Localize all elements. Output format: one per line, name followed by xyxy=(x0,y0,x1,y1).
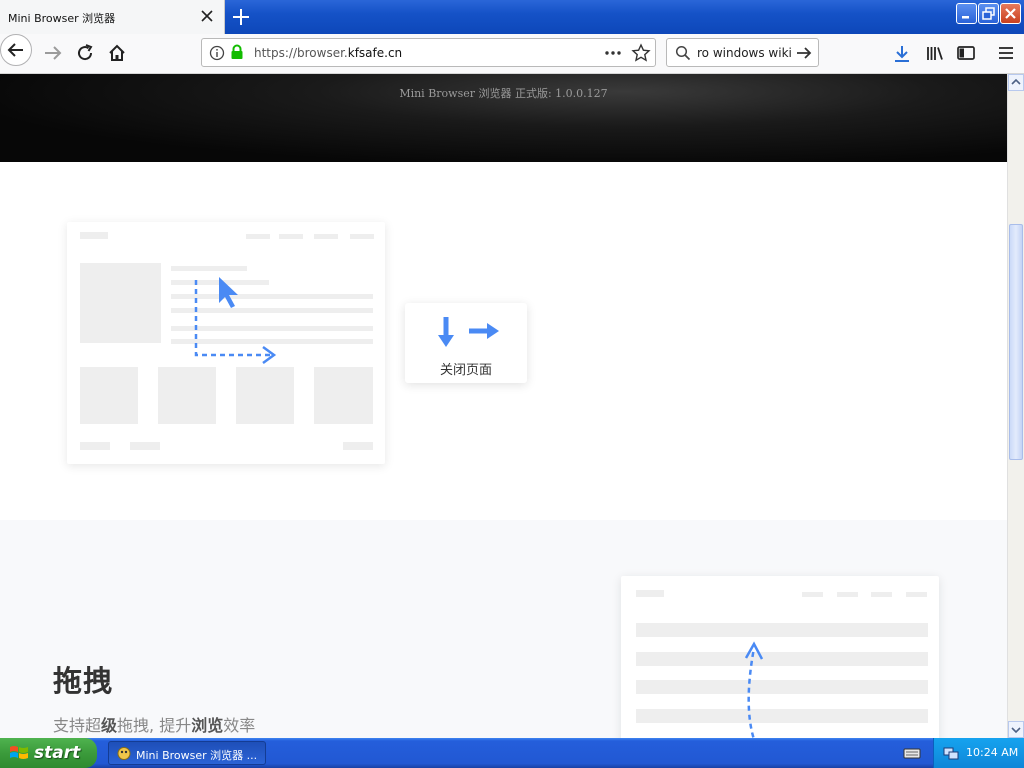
scroll-down-button[interactable] xyxy=(1008,721,1024,738)
search-input[interactable]: ro windows wiki xyxy=(666,38,819,67)
vertical-scrollbar[interactable] xyxy=(1007,74,1024,738)
menu-icon[interactable] xyxy=(991,38,1021,68)
drag-path-arrow-icon xyxy=(194,277,277,365)
drag-title: 拖拽 xyxy=(53,664,114,698)
scroll-up-button[interactable] xyxy=(1008,74,1024,91)
url-text[interactable]: https://browser.kfsafe.cn xyxy=(254,46,402,60)
sidebar-icon[interactable] xyxy=(951,38,981,68)
version-text: Mini Browser 浏览器 正式版: 1.0.0.127 xyxy=(399,87,608,100)
browser-tab[interactable]: Mini Browser 浏览器 xyxy=(0,0,225,34)
close-window-button[interactable] xyxy=(1000,3,1021,24)
forward-arrow-icon[interactable] xyxy=(38,38,68,68)
download-icon[interactable] xyxy=(887,38,917,68)
system-tray: 10:24 AM xyxy=(933,738,1024,768)
taskbar-item-mini-browser[interactable]: Mini Browser 浏览器 ... xyxy=(108,741,266,765)
arrow-right-icon[interactable] xyxy=(795,44,813,62)
drag-section: 拖拽 支持超级拖拽, 提升浏览效率 xyxy=(0,520,1007,738)
star-icon[interactable] xyxy=(631,43,651,63)
plus-icon[interactable] xyxy=(230,6,252,28)
info-icon[interactable] xyxy=(209,45,225,61)
start-button[interactable]: start xyxy=(0,738,97,768)
title-bar: Mini Browser 浏览器 xyxy=(0,0,1024,34)
taskbar-item-label: Mini Browser 浏览器 ... xyxy=(136,749,258,762)
drag-up-arrow-icon xyxy=(744,641,764,738)
close-icon[interactable] xyxy=(200,9,214,23)
start-label: start xyxy=(34,743,81,763)
keyboard-icon[interactable] xyxy=(903,746,921,760)
search-icon xyxy=(675,45,691,61)
page-viewport: Mini Browser 浏览器 正式版: 1.0.0.127 关闭页面 拖拽 … xyxy=(0,74,1007,738)
search-text[interactable]: ro windows wiki xyxy=(697,46,792,60)
minimize-button[interactable] xyxy=(956,3,977,24)
url-bar[interactable]: https://browser.kfsafe.cn xyxy=(201,38,656,67)
hero-banner: Mini Browser 浏览器 正式版: 1.0.0.127 xyxy=(0,74,1007,162)
close-page-label: 关闭页面 xyxy=(439,363,492,378)
home-icon[interactable] xyxy=(102,38,132,68)
reload-icon[interactable] xyxy=(70,38,100,68)
close-page-card: 关闭页面 xyxy=(405,303,527,383)
app-icon xyxy=(117,747,131,760)
lock-icon xyxy=(231,44,243,59)
gesture-arrows-icon xyxy=(438,317,499,347)
clock: 10:24 AM xyxy=(966,746,1019,759)
library-icon[interactable] xyxy=(920,38,950,68)
network-icon[interactable] xyxy=(942,744,960,762)
restore-button[interactable] xyxy=(978,3,999,24)
tab-title: Mini Browser 浏览器 xyxy=(8,12,116,25)
drag-illustration xyxy=(621,576,939,738)
more-icon[interactable] xyxy=(603,46,623,60)
close-page-illustration xyxy=(67,222,385,464)
navigation-toolbar: https://browser.kfsafe.cn ro windows wik… xyxy=(0,34,1024,74)
back-arrow-icon xyxy=(7,43,23,57)
windows-logo-icon xyxy=(10,746,28,759)
back-button[interactable] xyxy=(0,34,32,66)
taskbar: start Mini Browser 浏览器 ... 10:24 AM xyxy=(0,738,1024,768)
drag-subtitle: 支持超级拖拽, 提升浏览效率 xyxy=(53,716,256,735)
scroll-thumb[interactable] xyxy=(1009,224,1023,460)
